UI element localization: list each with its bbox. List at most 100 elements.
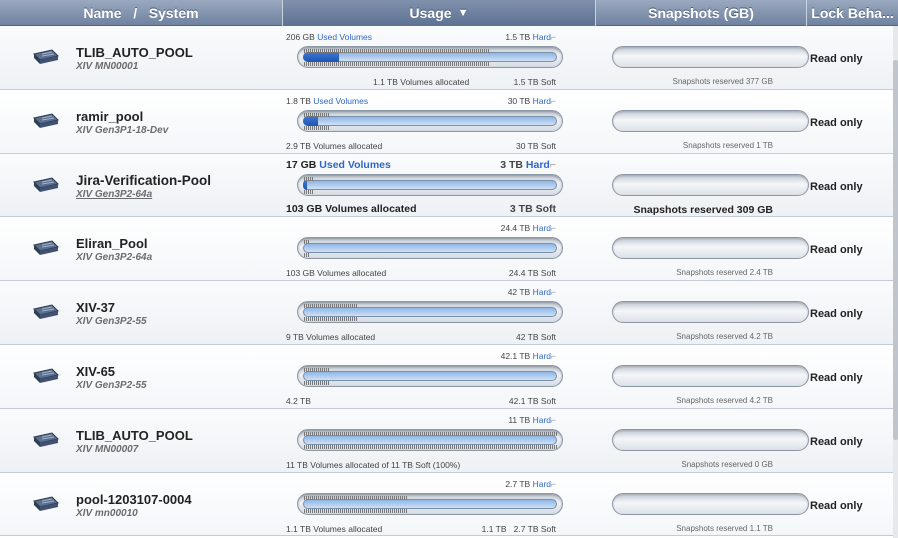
usage-bar-track <box>303 243 557 254</box>
lock-behavior-value[interactable]: Read only <box>810 436 863 448</box>
soft-amount: 1.1 TB 2.7 TB Soft <box>481 523 556 534</box>
hard-amount: 30 TB <box>507 95 531 106</box>
allocated-hatch-bottom <box>304 380 329 385</box>
usage-bar-track <box>303 115 557 126</box>
allocated-hatch-bottom <box>304 189 314 194</box>
pool-name[interactable]: XIV-37 <box>76 300 115 315</box>
usage-bar-track <box>303 370 557 381</box>
lock-behavior-value[interactable]: Read only <box>810 372 863 384</box>
snapshots-bar[interactable] <box>612 492 809 515</box>
lock-behavior-value[interactable]: Read only <box>810 500 863 512</box>
table-row[interactable]: TLIB_AUTO_POOL XIV MN00001 206 GB Used Vol… <box>0 26 893 90</box>
used-volumes-fill <box>303 115 318 126</box>
usage-bar[interactable] <box>297 428 563 451</box>
usage-bar[interactable] <box>297 46 563 68</box>
lock-behavior-value[interactable]: Read only <box>810 53 863 65</box>
column-header-name-system[interactable]: Name / System <box>0 0 283 26</box>
pool-name[interactable]: TLIB_AUTO_POOL <box>76 428 193 443</box>
pool-name[interactable]: TLIB_AUTO_POOL <box>76 45 193 60</box>
table-row[interactable]: TLIB_AUTO_POOL XIV MN00007 11 TB Hard⌐ 11 … <box>0 408 893 473</box>
hard-amount: 3 TB <box>500 158 523 171</box>
snapshots-bar[interactable] <box>612 301 809 324</box>
allocated-hatch-bottom <box>304 62 489 66</box>
column-header-usage[interactable]: Usage ▼ <box>283 0 596 26</box>
table-row[interactable]: pool-1203107-0004 XIV mn00010 2.7 TB Hard… <box>0 472 893 537</box>
storage-pool-icon <box>30 495 60 513</box>
soft-amount: 1.5 TB Soft <box>513 77 556 87</box>
allocated-hatch-top <box>304 49 489 53</box>
table-row[interactable]: Eliran_Pool XIV Gen3P2-64a 24.4 TB Hard⌐ 1… <box>0 217 893 282</box>
lock-behavior-value[interactable]: Read only <box>810 244 863 256</box>
allocated-hatch-bottom <box>304 508 408 513</box>
hard-capacity-label: 42 TB Hard⌐ <box>507 287 556 298</box>
storage-pool-icon <box>30 367 60 385</box>
used-volumes-text: Used Volumes <box>319 158 391 171</box>
storage-pool-icon <box>30 239 60 257</box>
allocated-label: 11 TB Volumes allocated of 11 TB Soft (1… <box>286 459 461 470</box>
pool-system[interactable]: XIV Gen3P1-18-Dev <box>76 125 168 136</box>
used-amount: 17 GB <box>286 158 317 171</box>
allocated-label: 103 GB Volumes allocated <box>286 268 387 279</box>
table-row[interactable]: Jira-Verification-Pool XIV Gen3P2-64a 17 G… <box>0 153 893 218</box>
hard-text: Hard <box>532 414 552 425</box>
pool-system[interactable]: XIV Gen3P2-64a <box>76 189 152 200</box>
used-amount: 206 GB <box>286 32 315 42</box>
usage-bar[interactable] <box>297 237 563 260</box>
pool-name[interactable]: ramir_pool <box>76 109 143 124</box>
allocated-hatch-bottom <box>304 444 558 449</box>
pool-system[interactable]: XIV mn00010 <box>76 508 138 519</box>
usage-bar[interactable] <box>297 173 563 196</box>
used-volumes-text: Used Volumes <box>317 32 373 42</box>
pool-system[interactable]: XIV MN00007 <box>76 444 138 455</box>
pool-table-body: TLIB_AUTO_POOL XIV MN00001 206 GB Used Vol… <box>0 26 893 537</box>
snapshots-bar[interactable] <box>612 237 809 260</box>
allocated-hatch-bottom <box>304 125 329 130</box>
scrollbar-thumb[interactable] <box>893 60 898 440</box>
column-header-lock-behavior[interactable]: Lock Beha... <box>807 0 898 26</box>
pool-system[interactable]: XIV MN00001 <box>76 61 138 72</box>
hard-text: Hard <box>532 287 552 298</box>
soft-amount: 42 TB Soft <box>515 332 556 343</box>
table-row[interactable]: ramir_pool XIV Gen3P1-18-Dev 1.8 TB Used V… <box>0 89 893 154</box>
pool-name[interactable]: Jira-Verification-Pool <box>76 173 211 188</box>
used-amount: 1.8 TB <box>286 95 311 106</box>
allocated-hatch-top <box>304 112 329 117</box>
usage-bar-track <box>303 434 557 445</box>
storage-pool-icon <box>30 176 60 194</box>
pool-system[interactable]: XIV Gen3P2-64a <box>76 252 152 263</box>
table-row[interactable]: XIV-37 XIV Gen3P2-55 42 TB Hard⌐ 9 TB Volu… <box>0 281 893 345</box>
snapshots-bar[interactable] <box>612 109 809 132</box>
used-volumes-fill <box>303 179 307 190</box>
pool-system[interactable]: XIV Gen3P2-55 <box>76 316 147 327</box>
usage-bar[interactable] <box>297 301 563 324</box>
snapshots-bar[interactable] <box>612 46 809 68</box>
usage-bar[interactable] <box>297 364 563 387</box>
used-volumes-label: 1.8 TB Used Volumes <box>286 96 368 106</box>
lock-behavior-value[interactable]: Read only <box>810 181 863 193</box>
hard-amount: 1.5 TB <box>505 32 531 42</box>
pool-name[interactable]: pool-1203107-0004 <box>76 492 192 507</box>
storage-pool-icon <box>30 431 60 449</box>
pool-name[interactable]: Eliran_Pool <box>76 236 148 251</box>
table-row[interactable]: XIV-65 XIV Gen3P2-55 42.1 TB Hard⌐ 4.2 TB 4… <box>0 344 893 409</box>
snapshots-bar[interactable] <box>612 173 809 196</box>
snapshots-bar[interactable] <box>612 364 809 387</box>
usage-bar[interactable] <box>297 109 563 132</box>
lock-behavior-value[interactable]: Read only <box>810 117 863 129</box>
lock-behavior-value[interactable]: Read only <box>810 308 863 320</box>
snapshots-reserved-label: Snapshots reserved 1 TB <box>682 140 773 150</box>
allocated-label: 1.1 TB Volumes allocated <box>286 523 383 534</box>
storage-pool-icon <box>30 48 60 66</box>
hard-capacity-label: 42.1 TB Hard⌐ <box>500 350 556 361</box>
pool-name[interactable]: XIV-65 <box>76 364 115 379</box>
usage-bar[interactable] <box>297 492 563 515</box>
soft-amount: 3 TB Soft <box>509 202 556 215</box>
hard-capacity-label: 30 TB Hard⌐ <box>507 95 556 106</box>
allocated-hatch-top <box>304 240 310 245</box>
snapshots-bar[interactable] <box>612 428 809 451</box>
allocated-hatch-top <box>304 304 357 309</box>
storage-pool-icon <box>30 112 60 130</box>
allocated-hatch-top <box>304 176 314 181</box>
column-header-snapshots[interactable]: Snapshots (GB) <box>596 0 807 26</box>
pool-system[interactable]: XIV Gen3P2-55 <box>76 380 147 391</box>
